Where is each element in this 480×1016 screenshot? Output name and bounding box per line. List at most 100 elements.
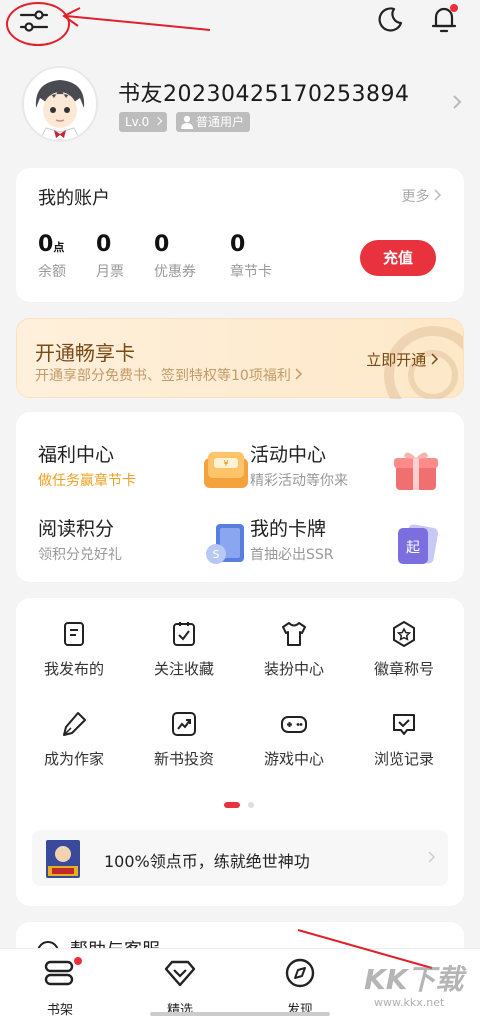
my-cards-subtitle: 首抽必出SSR [250, 547, 334, 563]
vip-open-label: 立即开通 [366, 351, 427, 369]
watermark-logo: KK下载 [364, 963, 464, 996]
vip-open-button[interactable]: 立即开通 [366, 349, 439, 370]
balance-stat[interactable]: 0点 余额 [38, 232, 66, 281]
grid-label-favorites: 关注收藏 [153, 660, 214, 678]
svg-text:¥: ¥ [223, 459, 228, 468]
chapter-card-value: 0 [230, 232, 246, 257]
svg-text:S: S [213, 548, 220, 561]
profile-header[interactable]: 书友20230425170253894 Lv.0 普通用户 [22, 66, 462, 146]
vip-title: 开通畅享卡 [35, 341, 135, 365]
monthly-ticket-stat[interactable]: 0 月票 [96, 232, 124, 281]
activity-center[interactable]: 活动中心 精彩活动等你来 [250, 440, 440, 504]
vip-subtitle: 开通享部分免费书、签到特权等10项福利 [35, 365, 303, 385]
welfare-icon: ¥ [204, 452, 248, 488]
investment-icon [172, 712, 196, 736]
monthly-ticket-value: 0 [96, 232, 112, 257]
badge-icon [393, 621, 415, 647]
avatar-image [24, 68, 96, 140]
nav-bookshelf[interactable]: 书架 [20, 957, 100, 1016]
grid-item-badge[interactable]: 徽章称号 [354, 620, 454, 690]
my-cards[interactable]: 我的卡牌 首抽必出SSR 起 [250, 514, 440, 578]
grid-label-author: 成为作家 [43, 750, 104, 768]
grid-item-author[interactable]: 成为作家 [24, 710, 124, 780]
user-type-label: 普通用户 [196, 115, 245, 129]
balance-label: 余额 [38, 264, 66, 280]
chapter-card-stat[interactable]: 0 章节卡 [230, 232, 272, 281]
grid-item-published[interactable]: 我发布的 [24, 620, 124, 690]
coupon-label: 优惠券 [154, 264, 196, 280]
activity-center-title: 活动中心 [250, 444, 327, 466]
bookshelf-dot [74, 957, 82, 965]
vip-subtitle-text: 开通享部分免费书、签到特权等10项福利 [35, 368, 291, 384]
page-dot [248, 802, 254, 808]
svg-text:起: 起 [406, 540, 420, 556]
published-icon [64, 622, 84, 646]
nav-bookshelf-label: 书架 [46, 1003, 73, 1016]
promo-banner[interactable]: 100%领点币，练就绝世神功 [32, 830, 448, 886]
coupon-value: 0 [154, 232, 170, 257]
grid-label-badge: 徽章称号 [373, 660, 434, 678]
user-icon [181, 115, 193, 129]
gamepad-icon [281, 716, 307, 733]
nickname: 书友20230425170253894 [118, 82, 410, 107]
grid-item-investment[interactable]: 新书投资 [134, 710, 234, 780]
balance-value: 0 [38, 232, 54, 257]
home-indicator [150, 1012, 330, 1016]
user-type-badge: 普通用户 [176, 112, 251, 132]
chevron-right-icon [428, 851, 436, 863]
grid-label-outfit: 装扮中心 [263, 660, 324, 678]
watermark: KK下载 www.kkx.net [360, 958, 476, 1016]
feature-grid-card: 我发布的 关注收藏 装扮中心 徽章称号 成为作家 新书投资 游戏中心 浏览记录 … [16, 598, 464, 906]
notification-dot [450, 4, 458, 12]
grid-label-published: 我发布的 [43, 660, 104, 678]
outfit-icon [282, 622, 306, 646]
nav-featured[interactable]: 精选 [140, 957, 220, 1016]
activity-center-subtitle: 精彩活动等你来 [250, 473, 348, 489]
monthly-ticket-label: 月票 [96, 264, 124, 280]
level-badge[interactable]: Lv.0 [119, 112, 168, 132]
gift-icon [394, 452, 438, 490]
balance-unit: 点 [53, 241, 65, 254]
grid-label-games: 游戏中心 [263, 750, 324, 768]
chapter-card-label: 章节卡 [230, 264, 272, 280]
page-indicator [224, 802, 264, 808]
top-bar [0, 0, 480, 46]
history-icon [393, 714, 415, 735]
grid-label-history: 浏览记录 [373, 750, 434, 768]
grid-label-investment: 新书投资 [153, 750, 214, 768]
settings-sliders-icon [19, 10, 49, 32]
moon-icon [378, 7, 403, 32]
account-more-label: 更多 [401, 189, 430, 205]
promo-book-cover-icon [46, 840, 80, 878]
reading-points-subtitle: 领积分兑好礼 [38, 547, 122, 563]
watermark-url: www.kkx.net [374, 996, 445, 1009]
chevron-right-icon [295, 368, 303, 380]
account-more-link[interactable]: 更多 [402, 186, 442, 206]
reading-points[interactable]: 阅读积分 领积分兑好礼 S [38, 514, 248, 578]
reading-points-title: 阅读积分 [38, 518, 115, 540]
page-dot-active [224, 802, 240, 808]
annotation-arrow [62, 7, 211, 31]
welfare-center-title: 福利中心 [38, 444, 115, 466]
coupon-stat[interactable]: 0 优惠券 [154, 232, 196, 281]
account-title: 我的账户 [38, 188, 110, 209]
avatar[interactable] [22, 66, 98, 142]
welfare-center[interactable]: 福利中心 做任务赢章节卡 ¥ [38, 440, 248, 504]
grid-item-games[interactable]: 游戏中心 [244, 710, 344, 780]
chevron-right-icon [431, 353, 439, 365]
points-book-icon: S [206, 524, 244, 564]
recharge-button[interactable]: 充值 [360, 240, 436, 276]
grid-item-outfit[interactable]: 装扮中心 [244, 620, 344, 690]
favorites-icon [173, 622, 195, 646]
night-mode-button[interactable] [370, 2, 410, 36]
vip-banner[interactable]: 开通畅享卡 开通享部分免费书、签到特权等10项福利 立即开通 [16, 318, 464, 399]
promo-text: 100%领点币，练就绝世神功 [104, 852, 310, 871]
card-icon: 起 [398, 524, 439, 564]
settings-button[interactable] [14, 4, 54, 38]
grid-item-favorites[interactable]: 关注收藏 [134, 620, 234, 690]
grid-item-history[interactable]: 浏览记录 [354, 710, 454, 780]
chevron-right-icon [453, 95, 462, 109]
notification-button[interactable] [424, 2, 464, 36]
my-cards-title: 我的卡牌 [250, 518, 327, 540]
pen-icon [63, 712, 86, 736]
